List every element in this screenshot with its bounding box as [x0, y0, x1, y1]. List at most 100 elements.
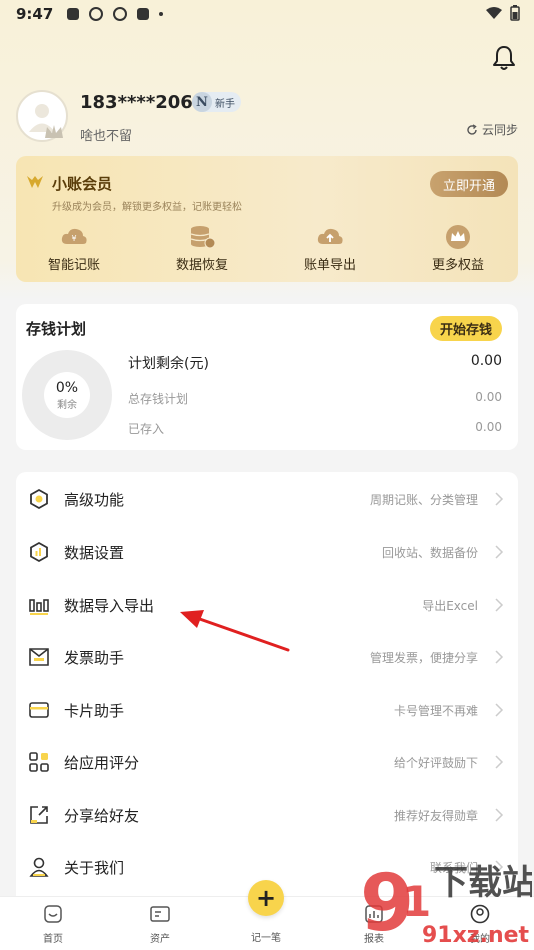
menu-item-advanced-features[interactable]: 高级功能 周期记账、分类管理	[16, 473, 518, 525]
vip-feature-label: 更多权益	[431, 258, 484, 273]
menu-item-data-settings[interactable]: 数据设置 回收站、数据备份	[16, 526, 518, 578]
site-watermark-logo: 9 1 下载站 91xz.net	[360, 859, 532, 948]
level-badge-letter: N	[192, 92, 212, 112]
menu-item-hint: 卡号管理不再难	[393, 703, 478, 718]
user-icon	[29, 857, 49, 877]
wifi-icon	[486, 7, 502, 19]
vip-subscribe-button[interactable]: 立即开通	[430, 171, 508, 197]
menu-item-share-friends[interactable]: 分享给好友 推荐好友得勋章	[16, 789, 518, 841]
app-status-icon-2	[113, 7, 128, 21]
username[interactable]: 183****2063	[80, 92, 205, 113]
plan-total-row: 总存钱计划 0.00	[128, 390, 502, 407]
cloud-sync-label: 云同步	[481, 123, 518, 137]
plan-saved-row: 已存入 0.00	[128, 420, 502, 437]
vip-feature-label: 账单导出	[303, 258, 356, 273]
menu-item-label: 数据设置	[64, 543, 125, 562]
bar-chart-icon	[29, 599, 49, 615]
chevron-right-icon	[495, 703, 504, 717]
savings-plan-title: 存钱计划	[26, 320, 87, 338]
battery-icon	[510, 5, 520, 21]
menu-item-label: 卡片助手	[64, 701, 125, 720]
plan-saved-label: 已存入	[128, 422, 165, 436]
svg-text:¥: ¥	[71, 234, 76, 243]
menu-item-label: 给应用评分	[64, 753, 140, 772]
invoice-icon	[29, 648, 49, 666]
vip-feature-label: 数据恢复	[175, 258, 228, 273]
status-time: 9:47	[16, 5, 54, 23]
notification-bell-icon[interactable]	[490, 44, 518, 72]
database-icon	[190, 226, 216, 249]
grid-icon	[29, 752, 49, 772]
chevron-right-icon	[495, 650, 504, 664]
crown-badge-icon	[45, 125, 63, 138]
vip-logo-icon	[27, 176, 43, 188]
start-saving-button[interactable]: 开始存钱	[430, 316, 502, 341]
app-status-icon	[89, 7, 104, 21]
menu-item-hint: 周期记账、分类管理	[369, 492, 478, 507]
annotation-arrow	[180, 610, 290, 652]
savings-progress-label: 剩余	[57, 399, 77, 411]
menu-item-card-assistant[interactable]: 卡片助手 卡号管理不再难	[16, 684, 518, 736]
tab-home[interactable]: 首页	[13, 903, 93, 946]
hexagon-icon	[30, 488, 48, 510]
plan-remaining-row: 计划剩余(元) 0.00	[128, 353, 502, 373]
tab-label: 首页	[43, 934, 63, 945]
plan-saved-value: 0.00	[475, 420, 502, 434]
level-badge[interactable]: N 新手	[192, 92, 241, 112]
more-notifications-icon	[159, 12, 164, 16]
add-record-button[interactable]: +	[248, 880, 284, 916]
vip-subtitle: 升级成为会员，解锁更多权益，记账更轻松	[52, 202, 242, 213]
notification-icon	[67, 8, 80, 20]
chevron-right-icon	[495, 598, 504, 612]
chevron-right-icon	[495, 808, 504, 822]
menu-item-label: 发票助手	[64, 648, 125, 667]
share-icon	[30, 806, 48, 824]
vip-card[interactable]: 小账会员 升级成为会员，解锁更多权益，记账更轻松 立即开通 ¥ 智能记账 数据恢…	[16, 156, 518, 282]
menu-item-hint: 管理发票，便捷分享	[369, 650, 478, 665]
svg-text:1: 1	[402, 877, 431, 926]
menu-item-label: 数据导入导出	[64, 596, 155, 615]
data-settings-icon	[30, 541, 48, 563]
savings-progress-ring: 0% 剩余	[22, 350, 112, 440]
crown-icon	[446, 225, 470, 249]
vip-feature-label: 智能记账	[47, 258, 100, 273]
tab-assets[interactable]: 资产	[120, 903, 200, 946]
upload-cloud-icon	[317, 228, 343, 244]
tab-label: 资产	[150, 934, 170, 945]
vip-feature-more-benefits[interactable]: 更多权益	[408, 224, 508, 273]
cloud-sync-button[interactable]: 云同步	[466, 121, 518, 138]
sync-icon	[467, 123, 477, 135]
menu-item-hint: 给个好评鼓励下	[393, 755, 478, 770]
yen-cloud-icon: ¥	[61, 228, 87, 244]
plan-remaining-value: 0.00	[470, 353, 502, 369]
menu-item-label: 分享给好友	[64, 806, 140, 825]
menu-item-hint: 回收站、数据备份	[381, 545, 478, 560]
chevron-right-icon	[495, 755, 504, 769]
plan-total-value: 0.00	[475, 390, 502, 404]
status-bar: 9:47	[0, 0, 534, 28]
chevron-right-icon	[495, 545, 504, 559]
menu-item-hint: 导出Excel	[422, 598, 478, 613]
vip-feature-smart-bookkeeping[interactable]: ¥ 智能记账	[24, 224, 124, 273]
plan-remaining-label: 计划剩余(元)	[128, 356, 209, 372]
plan-total-label: 总存钱计划	[128, 392, 189, 406]
menu-item-hint: 推荐好友得勋章	[393, 808, 478, 823]
savings-progress-percent: 0%	[55, 379, 79, 396]
level-badge-label: 新手	[215, 98, 235, 110]
watermark-domain: 91xz.net	[422, 923, 530, 948]
menu-item-label: 关于我们	[64, 858, 125, 877]
vip-feature-data-recovery[interactable]: 数据恢复	[152, 224, 252, 273]
savings-plan-card[interactable]: 存钱计划 开始存钱 0% 剩余 计划剩余(元) 0.00 总存钱计划 0.00 …	[16, 304, 518, 450]
user-signature[interactable]: 啥也不留	[80, 125, 132, 144]
vip-title: 小账会员	[52, 175, 113, 193]
settings-menu: 高级功能 周期记账、分类管理 数据设置 回收站、数据备份 数据导入导出 导出Ex…	[16, 472, 518, 902]
wallet-icon	[150, 906, 170, 922]
menu-item-label: 高级功能	[64, 490, 125, 509]
home-icon	[44, 905, 62, 923]
card-icon	[29, 702, 49, 718]
chevron-right-icon	[495, 492, 504, 506]
vip-feature-bill-export[interactable]: 账单导出	[280, 224, 380, 273]
menu-item-rate-app[interactable]: 给应用评分 给个好评鼓励下	[16, 736, 518, 788]
notification-icon-2	[137, 8, 150, 20]
watermark-brand: 下载站	[434, 863, 532, 903]
